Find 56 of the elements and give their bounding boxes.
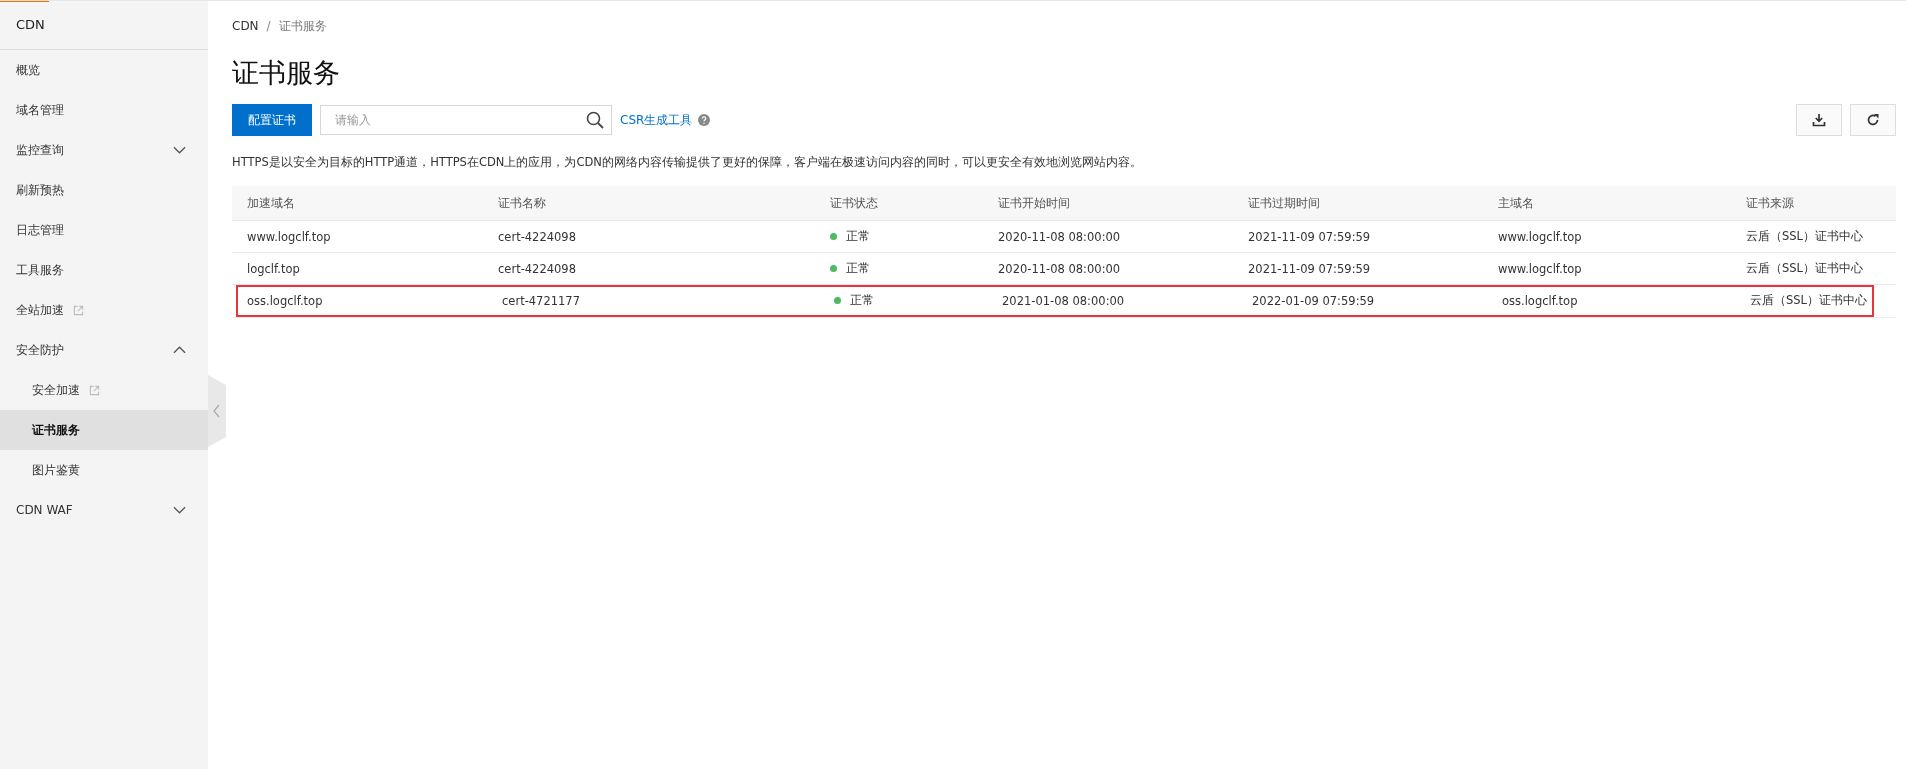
table-cell: 正常 xyxy=(846,261,870,276)
column-header: 加速域名 xyxy=(246,195,296,211)
column-header: 证书开始时间 xyxy=(997,195,1071,211)
table-cell: 2021-01-08 08:00:00 xyxy=(1002,293,1125,308)
table-cell: 云盾（SSL）证书中心 xyxy=(1746,261,1863,276)
table-cell: 2022-01-09 07:59:59 xyxy=(1252,293,1375,308)
sidebar-item[interactable]: 安全加速 xyxy=(0,370,208,410)
download-icon xyxy=(1812,113,1826,127)
sidebar-title: CDN xyxy=(0,1,208,50)
refresh-button[interactable] xyxy=(1850,104,1896,136)
table-cell: 正常 xyxy=(846,229,870,244)
table-cell: 2020-11-08 08:00:00 xyxy=(998,261,1121,276)
sidebar-item[interactable]: 证书服务 xyxy=(0,410,208,450)
table-cell: oss.logclf.top xyxy=(1502,293,1578,308)
search-field[interactable]: 请输入 xyxy=(320,105,612,135)
table-cell: cert-4721177 xyxy=(502,293,580,308)
table-cell: cert-4224098 xyxy=(498,261,576,276)
page-title: 证书服务 xyxy=(232,56,341,90)
collapse-handle[interactable] xyxy=(208,375,226,447)
table-cell: 云盾（SSL）证书中心 xyxy=(1746,229,1863,244)
table-cell: 2020-11-08 08:00:00 xyxy=(998,229,1121,244)
column-header: 证书名称 xyxy=(497,195,547,211)
column-header: 证书状态 xyxy=(829,195,879,211)
sidebar-item[interactable]: 日志管理 xyxy=(0,210,208,250)
table-cell: 正常 xyxy=(850,293,874,308)
sidebar-item[interactable]: 监控查询 xyxy=(0,130,208,170)
configure-certificate-button[interactable]: 配置证书 xyxy=(232,104,312,136)
breadcrumb-separator: / xyxy=(266,19,271,33)
column-header: 证书来源 xyxy=(1745,195,1795,211)
table-cell: 2021-11-09 07:59:59 xyxy=(1248,229,1371,244)
breadcrumb-item[interactable]: CDN xyxy=(232,19,259,33)
table-cell: 云盾（SSL）证书中心 xyxy=(1750,293,1867,308)
refresh-icon xyxy=(1866,113,1880,127)
table-cell: www.logclf.top xyxy=(1498,261,1582,276)
table-cell: www.logclf.top xyxy=(247,229,331,244)
table-cell: cert-4224098 xyxy=(498,229,576,244)
column-header: 证书过期时间 xyxy=(1247,195,1321,211)
sidebar-item[interactable]: 全站加速 xyxy=(0,290,208,330)
search-icon[interactable] xyxy=(586,111,604,129)
table-cell: www.logclf.top xyxy=(1498,229,1582,244)
sidebar-item[interactable]: 域名管理 xyxy=(0,90,208,130)
sidebar-item[interactable]: CDN WAF xyxy=(0,490,208,530)
sidebar-item[interactable]: 工具服务 xyxy=(0,250,208,290)
column-header: 主域名 xyxy=(1497,195,1535,211)
table-cell: logclf.top xyxy=(247,261,300,276)
sidebar-item[interactable]: 概览 xyxy=(0,50,208,90)
table-cell: oss.logclf.top xyxy=(247,293,323,308)
csr-tool-link[interactable]: CSR生成工具 xyxy=(620,111,693,129)
table-cell: 2021-11-09 07:59:59 xyxy=(1248,261,1371,276)
help-icon[interactable] xyxy=(698,114,711,126)
download-button[interactable] xyxy=(1796,104,1842,136)
breadcrumb-item: 证书服务 xyxy=(278,17,327,35)
description-text: HTTPS是以安全为目标的HTTP通道，HTTPS在CDN上的应用，为CDN的网络内容传输提供了更好的保障，客户端在极速访问内容的同时，可以更安全有效地浏览网站内容。 xyxy=(232,155,1143,170)
sidebar-item[interactable]: 安全防护 xyxy=(0,330,208,370)
sidebar-item[interactable]: 图片鉴黄 xyxy=(0,450,208,490)
sidebar-item[interactable]: 刷新预热 xyxy=(0,170,208,210)
